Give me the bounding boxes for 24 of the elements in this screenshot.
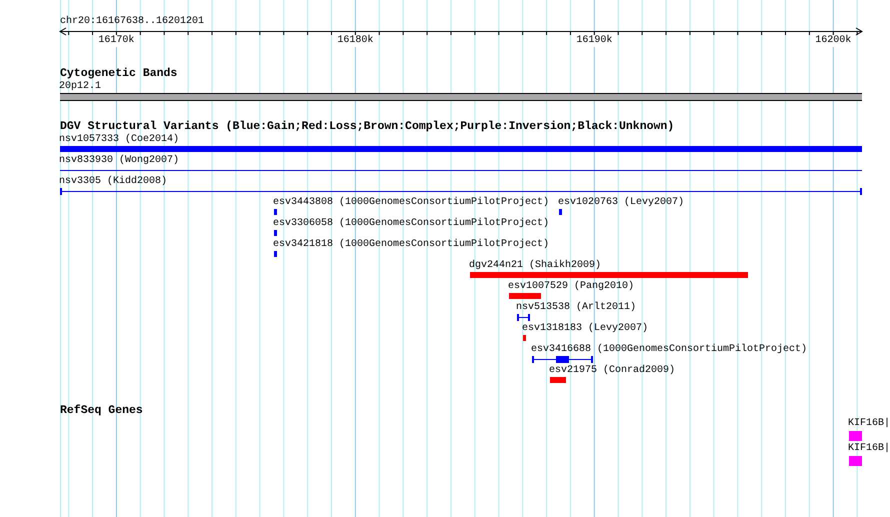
variant-label: esv3306058 (1000GenomesConsortiumPilotProject) (273, 218, 550, 230)
tick-label: 16200k (815, 35, 852, 47)
variant-label: esv3416688 (1000GenomesConsortiumPilotProject) (531, 344, 808, 356)
track-title: RefSeq Genes (60, 404, 143, 417)
variant-label: esv1318183 (Levy2007) (522, 323, 648, 335)
variant-label: nsv513538 (Arlt2011) (516, 302, 636, 314)
location-label: chr20:16167638..16201201 (60, 16, 204, 28)
tick-label: 16170k (98, 35, 134, 47)
gene-label: KIF16B| (848, 418, 890, 430)
tick-label: 16180k (337, 35, 374, 47)
variant-label: nsv833930 (Wong2007) (59, 155, 180, 167)
track-title: DGV Structural Variants (Blue:Gain;Red:Loss;Brown:Complex;Purple:Inversion;Black:Unknown) (60, 120, 674, 133)
variant-label: esv1020763 (Levy2007) (558, 197, 684, 209)
variant-label: nsv1057333 (Coe2014) (59, 134, 180, 146)
variant-label: esv21975 (Conrad2009) (548, 365, 676, 377)
tick-label: 16190k (576, 35, 612, 47)
variant-label: dgv244n21 (Shaikh2009) (468, 260, 602, 272)
gene-label: KIF16B| (848, 443, 890, 455)
variant-label: esv3443808 (1000GenomesConsortiumPilotProject) (273, 197, 550, 209)
variant-label: nsv3305 (Kidd2008) (59, 176, 168, 188)
variant-label: esv1007529 (Pang2010) (508, 281, 634, 293)
track-title: Cytogenetic Bands (60, 67, 178, 80)
variant-label: esv3421818 (1000GenomesConsortiumPilotProject) (273, 239, 550, 251)
band-label: 20p12.1 (59, 81, 102, 93)
